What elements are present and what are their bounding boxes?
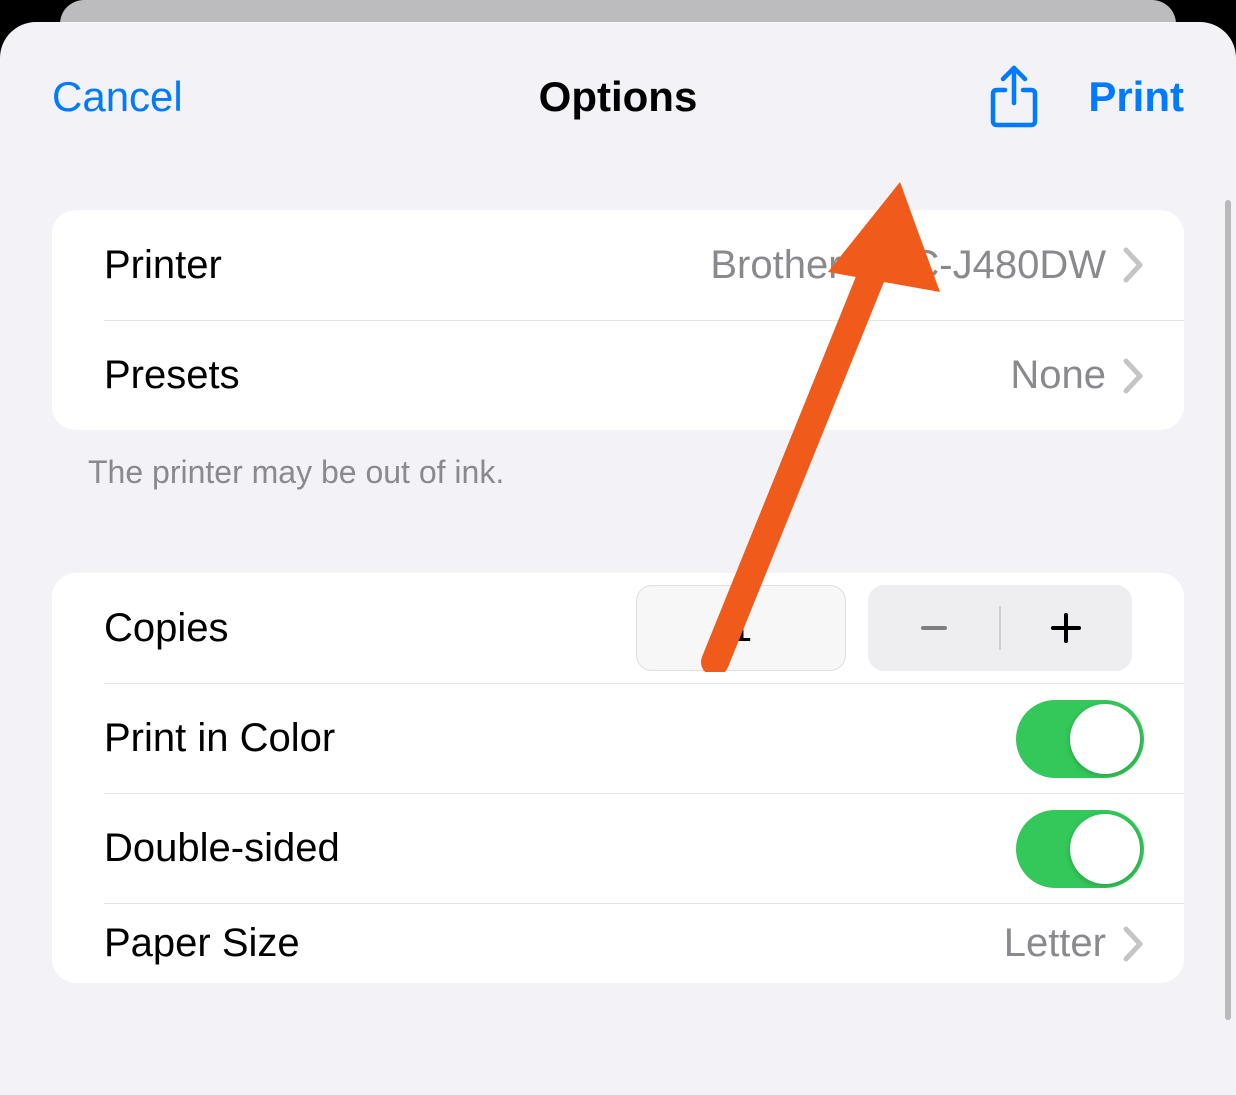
toggle-knob: [1070, 704, 1140, 774]
presets-label: Presets: [104, 353, 240, 398]
print-options-group: Copies 1: [52, 573, 1184, 983]
sheet-header: Cancel Options Print: [0, 22, 1236, 172]
print-in-color-label: Print in Color: [104, 716, 335, 761]
copies-increment-button[interactable]: [1001, 585, 1132, 671]
printer-row[interactable]: Printer Brother MFC-J480DW: [52, 210, 1184, 320]
sheet-title: Options: [539, 73, 698, 120]
double-sided-toggle[interactable]: [1016, 810, 1144, 888]
presets-value: None: [1010, 353, 1106, 398]
share-button[interactable]: [988, 65, 1040, 129]
share-icon: [988, 65, 1040, 129]
chevron-right-icon: [1122, 925, 1144, 963]
chevron-right-icon: [1122, 246, 1144, 284]
printer-label: Printer: [104, 243, 222, 288]
copies-input[interactable]: 1: [636, 585, 846, 671]
sheet-content: Printer Brother MFC-J480DW Presets None: [0, 210, 1236, 983]
cancel-button[interactable]: Cancel: [52, 73, 183, 121]
print-in-color-row: Print in Color: [104, 683, 1184, 793]
double-sided-row: Double-sided: [104, 793, 1184, 903]
presets-row[interactable]: Presets None: [104, 320, 1184, 430]
vertical-scrollbar[interactable]: [1225, 200, 1231, 1020]
copies-decrement-button[interactable]: [868, 585, 999, 671]
copies-row: Copies 1: [52, 573, 1184, 683]
chevron-right-icon: [1122, 357, 1144, 395]
paper-size-value: Letter: [1004, 921, 1106, 966]
paper-size-label: Paper Size: [104, 921, 300, 966]
printer-group: Printer Brother MFC-J480DW Presets None: [52, 210, 1184, 430]
minus-icon: [918, 612, 950, 644]
toggle-knob: [1070, 814, 1140, 884]
print-options-sheet: Cancel Options Print Printer Brother MFC…: [0, 22, 1236, 1095]
paper-size-row[interactable]: Paper Size Letter: [104, 903, 1184, 983]
print-button[interactable]: Print: [1088, 73, 1184, 121]
copies-stepper: [868, 585, 1132, 671]
printer-value: Brother MFC-J480DW: [710, 243, 1106, 288]
print-in-color-toggle[interactable]: [1016, 700, 1144, 778]
copies-label: Copies: [104, 606, 229, 651]
plus-icon: [1049, 611, 1083, 645]
printer-status-note: The printer may be out of ink.: [52, 430, 1184, 491]
double-sided-label: Double-sided: [104, 826, 340, 871]
